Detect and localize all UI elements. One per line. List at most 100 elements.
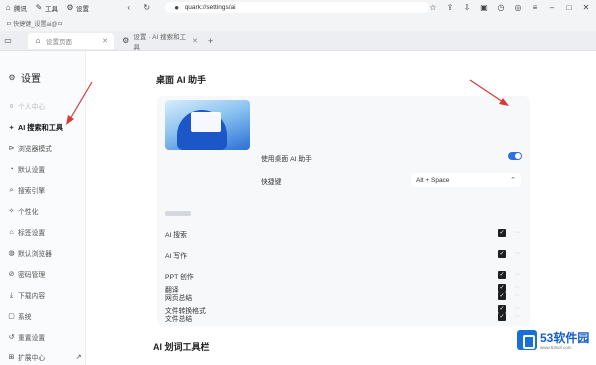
share-icon[interactable]: ⇪: [446, 3, 454, 12]
browser-toolbar: ⌂ 腾讯 ✎ 工具 ⚙ 设置 ‹ ↻ ● quark://settings/ai ☆ …: [0, 0, 596, 15]
tab-strip: ▭ ⌂ 设置页面 ✕ ⚙ 设置 · AI 搜索和工具 ✕ +: [0, 31, 596, 51]
download-icon: ⤓: [9, 291, 14, 299]
sidebar-toggle-icon[interactable]: ▭: [4, 36, 12, 45]
feature-label: 翻译: [165, 287, 179, 294]
shield-icon: ●: [174, 2, 180, 12]
address-bar[interactable]: ● quark://settings/ai: [164, 2, 429, 13]
close-tab-icon[interactable]: ✕: [192, 37, 198, 45]
tag-icon: ⌂: [9, 228, 14, 236]
palette-icon: ✧: [8, 207, 15, 215]
sidebar-item-password[interactable]: ⊘ 密码管理: [8, 268, 82, 280]
sidebar-title: ⚙ 设置: [8, 72, 41, 85]
watermark-url: www.53sof.com: [540, 345, 572, 350]
default-icon: ◔: [9, 165, 14, 173]
sidebar-item-reset[interactable]: ↺ 重置设置: [8, 331, 82, 343]
shortcut-value: Alt + Space: [416, 176, 450, 184]
maximize-icon[interactable]: □: [565, 3, 573, 12]
settings-main: 桌面 AI 助手 使用桌面 AI 助手 快捷键 Alt + Space ⌃ AI…: [86, 51, 596, 365]
sidebar-item-extensions[interactable]: ⊞ 扩展中心 ↗: [8, 351, 82, 363]
settings-icon: ⚙: [122, 35, 130, 45]
close-tab-icon[interactable]: ✕: [102, 37, 108, 45]
feature-checkbox[interactable]: ✓: [498, 313, 506, 321]
reload-icon[interactable]: ↻: [143, 3, 151, 12]
chevron-up-icon: ⌃: [510, 177, 516, 184]
watermark-name: 53软件园: [540, 331, 590, 345]
minimize-icon[interactable]: –: [548, 3, 556, 12]
sidebar-item-default[interactable]: ◔ 默认设置: [8, 163, 82, 175]
nav-buttons: ‹ ↻: [125, 3, 151, 12]
section-title-toolbar: AI 划词工具栏: [153, 342, 210, 352]
reset-icon: ↺: [8, 333, 15, 341]
drag-handle-icon[interactable]: ⋯: [514, 292, 520, 299]
feature-checkbox[interactable]: ✓: [498, 292, 506, 300]
star-icon[interactable]: ☆: [429, 3, 437, 12]
sidebar-item-profile[interactable]: ○ 个人中心: [8, 100, 82, 112]
sidebar-item-personalize[interactable]: ✧ 个性化: [8, 205, 82, 217]
drag-handle-icon[interactable]: ⋯: [514, 250, 520, 257]
close-icon[interactable]: ✕: [582, 3, 590, 12]
ai-icon: ✦: [8, 124, 15, 132]
download-icon[interactable]: ⇩: [463, 3, 471, 12]
features-subtitle-blurred: [165, 211, 191, 216]
key-icon: ⊘: [8, 270, 15, 278]
drag-handle-icon[interactable]: ⋯: [514, 305, 520, 312]
sidebar-item-downloads[interactable]: ⤓ 下载内容: [8, 289, 82, 301]
bookmark-item[interactable]: ㅁ 快捷键_设置ai@ㅁ: [6, 19, 63, 28]
feature-label: AI 写作: [165, 253, 187, 260]
sidebar-item-search[interactable]: ⌕ 搜索引擎: [8, 184, 82, 196]
external-link-icon: ↗: [75, 353, 82, 361]
feature-checkbox[interactable]: ✓: [498, 250, 506, 258]
menu-item-tools[interactable]: ✎ 工具: [35, 3, 58, 13]
shortcut-select[interactable]: Alt + Space ⌃: [411, 173, 521, 187]
drag-handle-icon[interactable]: ⋯: [514, 271, 520, 278]
hero-window: [191, 112, 221, 132]
history-icon[interactable]: ◷: [497, 3, 505, 12]
sidebar-item-default-browser[interactable]: ◍ 默认浏览器: [8, 247, 82, 259]
sidebar-item-ai[interactable]: ✦ AI 搜索和工具: [8, 122, 82, 134]
sidebar-item-tags[interactable]: ⌂ 标签设置: [8, 226, 82, 238]
home-icon: ⌂: [5, 2, 11, 12]
browser-icon: ⊳: [8, 144, 15, 152]
toolbar-right-icons: ☆ ⇪ ⇩ ▣ ◷ ◎ ≡ – □ ✕: [429, 3, 596, 12]
feature-checkbox[interactable]: ✓: [498, 271, 506, 279]
logo-mark: [517, 330, 537, 350]
feature-label: AI 搜索: [165, 232, 187, 239]
feature-checkbox[interactable]: ✓: [498, 284, 506, 292]
home-icon: ⌂: [35, 35, 41, 45]
toolbar-menu: ⌂ 腾讯 ✎ 工具 ⚙ 设置: [0, 3, 120, 13]
ai-assistant-card: 使用桌面 AI 助手 快捷键 Alt + Space ⌃ AI 搜索 ✓ ⋯ A…: [157, 96, 530, 326]
drag-handle-icon[interactable]: ⋯: [514, 313, 520, 320]
account-icon[interactable]: ◎: [514, 3, 522, 12]
sidebar-item-browser-mode[interactable]: ⊳ 浏览器模式: [8, 142, 82, 154]
tab-label: 设置页面: [46, 38, 72, 46]
gear-icon: ⚙: [8, 72, 16, 82]
sidebar-item-system[interactable]: ▢ 系统: [8, 310, 82, 322]
new-tab-icon[interactable]: +: [208, 36, 213, 46]
settings-icon: ⚙: [66, 2, 74, 12]
system-icon: ▢: [8, 312, 15, 320]
window-icon[interactable]: ▣: [480, 3, 488, 12]
drag-handle-icon[interactable]: ⋯: [514, 284, 520, 291]
menu-item-tencent[interactable]: ⌂ 腾讯: [4, 3, 27, 13]
search-icon: ⌕: [9, 186, 14, 194]
bookmarks-bar: ㅁ 快捷键_设置ai@ㅁ: [0, 15, 596, 31]
address-text: quark://settings/ai: [184, 4, 236, 11]
back-icon[interactable]: ‹: [125, 3, 133, 12]
tab-settings-home[interactable]: ⌂ 设置页面 ✕: [28, 32, 114, 49]
watermark-logo: 53软件园 www.53sof.com: [517, 328, 593, 358]
globe-icon: ◍: [8, 249, 15, 257]
section-title: 桌面 AI 助手: [156, 75, 207, 85]
enable-toggle[interactable]: [508, 152, 522, 160]
shortcut-label: 快捷键: [261, 179, 282, 186]
tools-icon: ✎: [35, 2, 43, 12]
tab-ai-settings[interactable]: ⚙ 设置 · AI 搜索和工具 ✕: [116, 33, 204, 51]
menu-item-settings[interactable]: ⚙ 设置: [66, 3, 89, 13]
feature-checkbox[interactable]: ✓: [498, 229, 506, 237]
hero-image: [165, 100, 250, 150]
feature-checkbox[interactable]: ✓: [498, 305, 506, 313]
menu-icon[interactable]: ≡: [531, 3, 539, 12]
user-icon: ○: [9, 102, 14, 110]
enable-label: 使用桌面 AI 助手: [261, 156, 312, 163]
settings-sidebar: ⚙ 设置 ○ 个人中心 ✦ AI 搜索和工具 ⊳ 浏览器模式 ◔ 默认设置 ⌕ 搜索引擎 …: [0, 51, 86, 365]
drag-handle-icon[interactable]: ⋯: [514, 229, 520, 236]
